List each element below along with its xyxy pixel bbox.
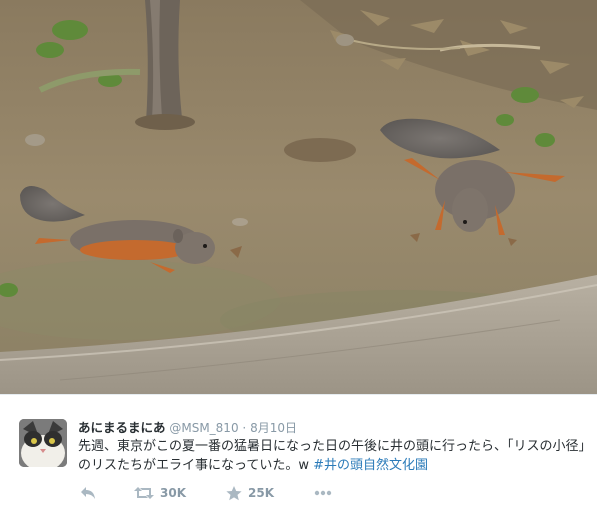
- user-handle[interactable]: @MSM_810: [169, 421, 238, 435]
- like-button[interactable]: 25K: [226, 485, 274, 501]
- reply-icon: [81, 487, 95, 499]
- hashtag-link[interactable]: #井の頭自然文化園: [313, 458, 428, 473]
- tweet-actions: 30K 25K: [78, 483, 332, 503]
- separator: ·: [242, 421, 247, 435]
- more-dots-icon: [314, 490, 332, 496]
- more-button[interactable]: [314, 490, 332, 496]
- tweet-date[interactable]: 8月10日: [250, 421, 297, 435]
- retweet-button[interactable]: 30K: [134, 486, 186, 500]
- cat-avatar-icon: [19, 419, 67, 467]
- retweet-icon: [134, 487, 154, 499]
- retweet-count: 30K: [160, 486, 186, 500]
- squirrels-photo: [0, 0, 597, 394]
- tweet-text: 先週、東京がこの夏一番の猛暑日になった日の午後に井の頭に行ったら、「リスの小径」…: [78, 437, 588, 475]
- tweet-header: あにまるまにあ @MSM_810 · 8月10日: [78, 417, 297, 436]
- star-icon: [226, 485, 242, 500]
- like-count: 25K: [248, 486, 274, 500]
- tweet-card: あにまるまにあ @MSM_810 · 8月10日 先週、東京がこの夏一番の猛暑日…: [0, 394, 597, 513]
- tweet-photo[interactable]: [0, 0, 597, 394]
- display-name[interactable]: あにまるまにあ: [78, 420, 166, 435]
- reply-button[interactable]: [80, 486, 96, 500]
- avatar[interactable]: [19, 419, 67, 467]
